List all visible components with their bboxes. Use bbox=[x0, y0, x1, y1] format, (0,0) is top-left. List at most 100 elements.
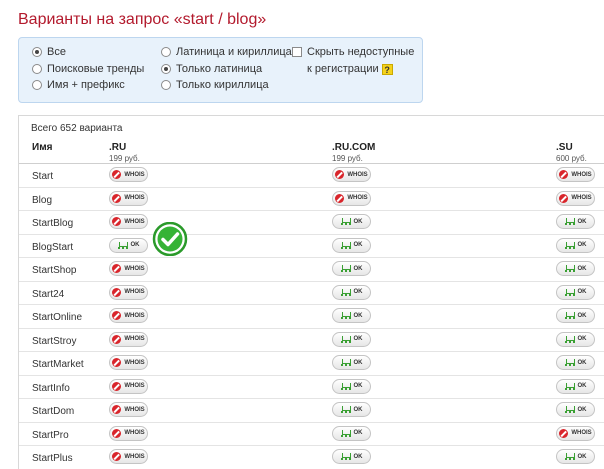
no-entry-icon bbox=[112, 334, 122, 344]
cart-icon bbox=[564, 312, 575, 319]
radio-button[interactable] bbox=[32, 64, 42, 74]
whois-button[interactable]: WHOIS bbox=[109, 284, 148, 300]
price-su: 600 руб. bbox=[556, 154, 587, 163]
whois-button[interactable]: WHOIS bbox=[109, 167, 148, 182]
radio-button[interactable] bbox=[32, 80, 42, 90]
no-entry-icon bbox=[112, 452, 122, 461]
domain-name: StartPro bbox=[32, 429, 69, 441]
whois-label: WHOIS bbox=[124, 312, 145, 319]
hide-unavailable-label-cont: к регистрации bbox=[307, 63, 379, 75]
domain-name: StartDom bbox=[32, 406, 75, 417]
add-to-cart-button[interactable]: OK bbox=[556, 449, 595, 464]
script-option-label: Латиница и кириллица bbox=[176, 46, 292, 58]
table-row: StartMarket WHOIS OK OK bbox=[19, 351, 604, 375]
checkbox[interactable] bbox=[292, 47, 302, 57]
add-to-cart-button[interactable]: OK bbox=[332, 261, 371, 276]
add-to-cart-button[interactable]: OK bbox=[556, 237, 595, 253]
page-title: Варианты на запрос «start / blog» bbox=[18, 11, 267, 28]
ok-label: OK bbox=[353, 312, 363, 319]
table-row: StartShop WHOIS OK OK bbox=[19, 257, 604, 281]
hide-unavailable-label-line2: к регистрации ? bbox=[307, 63, 393, 75]
cart-icon bbox=[340, 265, 351, 272]
add-to-cart-button[interactable]: OK bbox=[332, 308, 371, 323]
whois-button[interactable]: WHOIS bbox=[109, 214, 148, 229]
radio-button[interactable] bbox=[161, 80, 171, 90]
add-to-cart-button[interactable]: OK bbox=[332, 237, 371, 253]
whois-button[interactable]: WHOIS bbox=[556, 167, 595, 182]
add-to-cart-button[interactable]: OK bbox=[556, 308, 595, 323]
ok-label: OK bbox=[353, 359, 363, 366]
whois-button[interactable]: WHOIS bbox=[109, 308, 148, 323]
add-to-cart-button[interactable]: OK bbox=[109, 237, 148, 253]
whois-button[interactable]: WHOIS bbox=[109, 378, 148, 394]
whois-button[interactable]: WHOIS bbox=[109, 402, 148, 417]
script-option-both[interactable]: Латиница и кириллица bbox=[161, 46, 292, 58]
ok-label: OK bbox=[353, 430, 363, 436]
cart-icon bbox=[340, 218, 351, 225]
table-row: StartStroy WHOIS OK OK bbox=[19, 327, 604, 352]
help-icon[interactable]: ? bbox=[381, 63, 393, 75]
add-to-cart-button[interactable]: OK bbox=[332, 331, 371, 347]
whois-label: WHOIS bbox=[124, 383, 145, 389]
table-row: StartPlus WHOIS OK OK bbox=[19, 445, 604, 469]
whois-button[interactable]: WHOIS bbox=[109, 449, 148, 464]
whois-label: WHOIS bbox=[124, 359, 145, 366]
scope-option-trends[interactable]: Поисковые тренды bbox=[32, 63, 144, 75]
whois-button[interactable]: WHOIS bbox=[109, 261, 148, 276]
ok-label: OK bbox=[353, 336, 363, 342]
radio-button[interactable] bbox=[161, 64, 171, 74]
cart-icon bbox=[117, 241, 128, 249]
whois-label: WHOIS bbox=[124, 453, 145, 460]
add-to-cart-button[interactable]: OK bbox=[556, 378, 595, 394]
cart-icon bbox=[564, 359, 575, 366]
script-option-latin[interactable]: Только латиница bbox=[161, 63, 262, 75]
scope-option-all[interactable]: Все bbox=[32, 46, 66, 58]
domain-name: Blog bbox=[32, 194, 53, 206]
cart-icon bbox=[340, 288, 351, 296]
whois-button[interactable]: WHOIS bbox=[556, 190, 595, 206]
cart-icon bbox=[340, 312, 351, 319]
add-to-cart-button[interactable]: OK bbox=[332, 449, 371, 464]
add-to-cart-button[interactable]: OK bbox=[332, 355, 371, 370]
whois-label: WHOIS bbox=[124, 336, 145, 342]
radio-button[interactable] bbox=[161, 47, 171, 57]
add-to-cart-button[interactable]: OK bbox=[556, 355, 595, 370]
whois-button[interactable]: WHOIS bbox=[109, 331, 148, 347]
whois-label: WHOIS bbox=[124, 195, 145, 201]
add-to-cart-button[interactable]: OK bbox=[332, 284, 371, 300]
add-to-cart-button[interactable]: OK bbox=[332, 214, 371, 229]
scope-option-prefix[interactable]: Имя + префикс bbox=[32, 79, 125, 91]
add-to-cart-button[interactable]: OK bbox=[556, 402, 595, 417]
whois-button[interactable]: WHOIS bbox=[109, 425, 148, 441]
add-to-cart-button[interactable]: OK bbox=[556, 284, 595, 300]
whois-button[interactable]: WHOIS bbox=[109, 190, 148, 206]
column-header-rucom: .RU.COM bbox=[332, 142, 376, 153]
whois-button[interactable]: WHOIS bbox=[332, 167, 371, 182]
price-rucom: 199 руб. bbox=[332, 154, 363, 163]
whois-button[interactable]: WHOIS bbox=[556, 425, 595, 441]
add-to-cart-button[interactable]: OK bbox=[556, 331, 595, 347]
cart-icon bbox=[564, 406, 575, 413]
radio-button[interactable] bbox=[32, 47, 42, 57]
whois-label: WHOIS bbox=[347, 171, 368, 178]
ok-label: OK bbox=[577, 289, 587, 295]
cart-icon bbox=[340, 406, 351, 413]
add-to-cart-button[interactable]: OK bbox=[556, 214, 595, 229]
add-to-cart-button[interactable]: OK bbox=[332, 378, 371, 394]
whois-label: WHOIS bbox=[571, 195, 592, 201]
no-entry-icon bbox=[335, 170, 345, 179]
no-entry-icon bbox=[112, 217, 122, 226]
add-to-cart-button[interactable]: OK bbox=[556, 261, 595, 276]
whois-label: WHOIS bbox=[571, 430, 592, 436]
hide-unavailable-checkbox[interactable]: Скрыть недоступные bbox=[292, 46, 414, 58]
script-option-cyrillic[interactable]: Только кириллица bbox=[161, 79, 269, 91]
add-to-cart-button[interactable]: OK bbox=[332, 425, 371, 441]
whois-button[interactable]: WHOIS bbox=[332, 190, 371, 206]
no-entry-icon bbox=[112, 193, 122, 203]
whois-button[interactable]: WHOIS bbox=[109, 355, 148, 370]
whois-label: WHOIS bbox=[347, 195, 368, 201]
ok-label: OK bbox=[577, 406, 587, 413]
add-to-cart-button[interactable]: OK bbox=[332, 402, 371, 417]
ok-label: OK bbox=[353, 383, 363, 389]
cart-icon bbox=[564, 288, 575, 296]
